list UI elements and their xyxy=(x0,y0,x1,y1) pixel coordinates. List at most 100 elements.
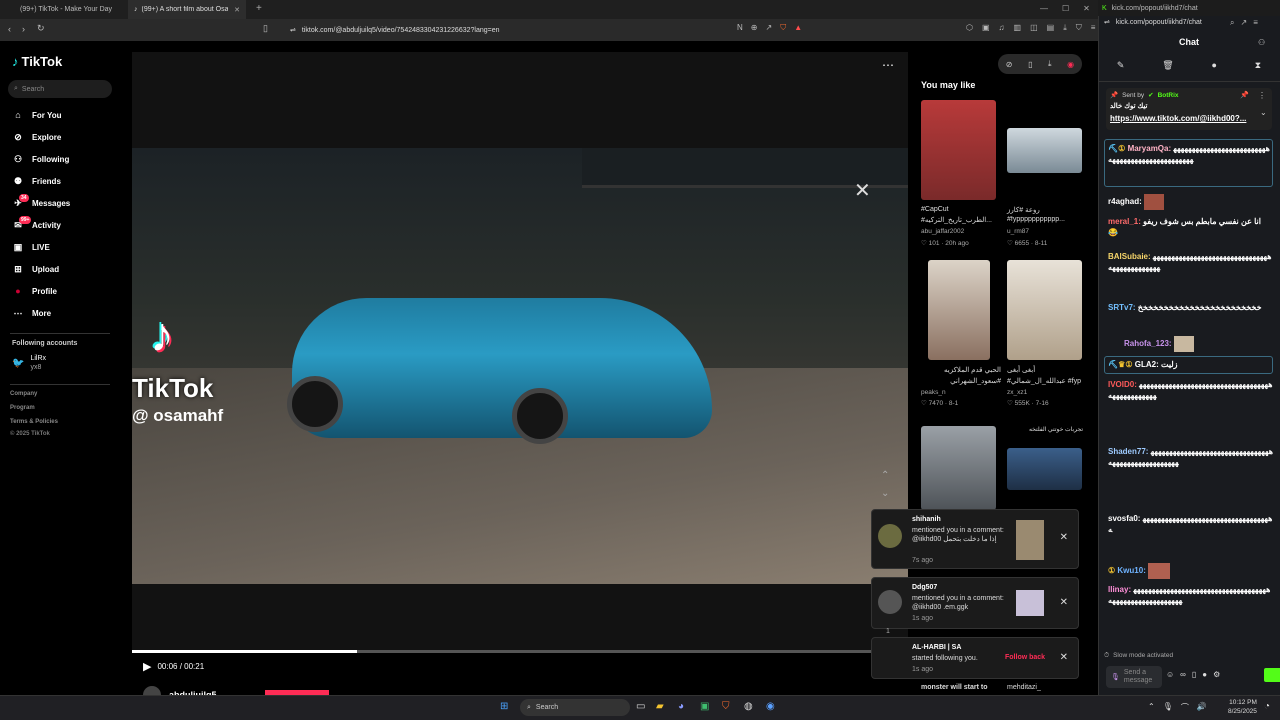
nav-following[interactable]: ⚇ Following xyxy=(12,154,69,165)
footer-terms-link[interactable]: Terms & Policies xyxy=(10,419,58,425)
menu-icon[interactable]: ≡ xyxy=(1253,18,1258,28)
task-view-icon[interactable]: ▭ xyxy=(636,701,645,712)
suggestion-thumbnail[interactable] xyxy=(1007,128,1082,173)
suggestion-thumbnail[interactable] xyxy=(1007,260,1082,360)
footer-program-link[interactable]: Program xyxy=(10,405,35,411)
chat-username[interactable]: meral_1: xyxy=(1108,217,1141,226)
suggestion-caption[interactable]: تجربات خوتتي الفلتخه xyxy=(1007,426,1083,433)
suggestion-thumbnail[interactable] xyxy=(921,426,996,510)
brave-icon[interactable]: ⛉ xyxy=(722,701,730,712)
more-options-icon[interactable]: ⋯ xyxy=(882,58,894,72)
suggestion-author[interactable]: peaks_n xyxy=(921,389,946,396)
video-player[interactable]: ♪ TikTok @ osamahf ✕ xyxy=(132,148,908,584)
emote-icon[interactable]: ☺ xyxy=(1166,670,1174,679)
nav-friends[interactable]: ⚉ Friends xyxy=(12,176,61,187)
microphone-icon[interactable]: 🎙 xyxy=(1111,673,1120,681)
chat-message[interactable]: IVOID0: هههههههههههههههههههههههههههههههه… xyxy=(1108,379,1273,401)
chat-bubble-icon[interactable]: ● xyxy=(1212,60,1217,71)
taskbar-clock[interactable]: 10:12 PM 8/25/2025 xyxy=(1228,698,1257,716)
chat-username[interactable]: IVOID0: xyxy=(1108,380,1137,389)
nav-live[interactable]: ▣ LIVE xyxy=(12,242,50,253)
network-icon[interactable]: ⌒ xyxy=(1181,702,1189,713)
search-input[interactable]: ⌕ Search xyxy=(8,80,112,98)
zoom-icon[interactable]: ⌕ xyxy=(1230,18,1234,28)
taskbar-search[interactable]: ⌕ Search xyxy=(520,699,630,716)
pinned-link[interactable]: https://www.tiktok.com/@iikhd00?... xyxy=(1110,114,1246,123)
bookmark-icon[interactable]: ▯ xyxy=(263,23,268,34)
play-icon[interactable]: ▶ xyxy=(143,660,151,673)
suggestion-thumbnail[interactable] xyxy=(1007,448,1082,490)
more-options-icon[interactable]: ⋮ xyxy=(1258,91,1266,100)
scroll-up-icon[interactable]: ⌃ xyxy=(881,470,889,481)
chat-message[interactable]: ⛏♛① GLA2: زليت xyxy=(1108,359,1273,370)
wallet-icon[interactable]: ▤ xyxy=(1047,23,1055,33)
file-explorer-icon[interactable]: ▰ xyxy=(656,701,664,712)
share-icon[interactable]: ↗ xyxy=(765,23,772,33)
brave-shield-icon[interactable]: ⛉ xyxy=(780,23,786,33)
volume-icon[interactable]: 🔊 xyxy=(1197,702,1207,713)
chat-username[interactable]: BAlSubaie: xyxy=(1108,252,1151,261)
music-icon[interactable]: ♫ xyxy=(999,23,1005,33)
app-icon[interactable]: ◉ xyxy=(766,701,775,712)
close-icon[interactable]: ✕ xyxy=(1060,597,1068,608)
zoom-icon[interactable]: ⊕ xyxy=(751,23,758,33)
mic-icon[interactable]: 🎙 xyxy=(1163,702,1173,713)
follow-back-button[interactable]: Follow back xyxy=(1005,654,1045,661)
nav-messages[interactable]: ✈ 34 Messages xyxy=(12,194,70,209)
obs-icon[interactable]: ◍ xyxy=(744,701,753,712)
chat-message[interactable]: svosfa0: ههههههههههههههههههههههههههههههه… xyxy=(1108,513,1273,535)
chat-message[interactable]: ⛏① MaryamQa: ههههههههههههههههههههههههههه… xyxy=(1108,143,1273,165)
trash-icon[interactable]: 🗑 xyxy=(1162,60,1173,71)
chevron-down-icon[interactable]: ⌄ xyxy=(1260,108,1267,117)
excel-icon[interactable]: ▣ xyxy=(700,701,709,712)
link-icon[interactable]: ∞ xyxy=(1180,670,1186,679)
unpin-icon[interactable]: 📌 xyxy=(1240,91,1249,99)
notification-center-icon[interactable]: ◔ xyxy=(1264,701,1270,712)
chat-message[interactable]: llinay: هههههههههههههههههههههههههههههههه… xyxy=(1108,584,1273,606)
extension-icon[interactable]: ▥ xyxy=(1014,23,1022,33)
new-tab-icon[interactable]: + xyxy=(256,3,262,14)
notification-toast[interactable]: AL-HARBI | SA started following you. 1s … xyxy=(871,637,1079,679)
chat-username[interactable]: MaryamQa: xyxy=(1128,144,1172,153)
compass-icon[interactable]: ⊘ xyxy=(1006,60,1013,69)
following-account[interactable]: 🐦 LilRx yx8 xyxy=(12,354,46,372)
footer-company-link[interactable]: Company xyxy=(10,391,37,397)
chat-username[interactable]: Kwu10: xyxy=(1117,566,1145,575)
notification-toast[interactable]: shihanih mentioned you in a comment: @ii… xyxy=(871,509,1079,569)
close-window-icon[interactable]: ✕ xyxy=(1083,4,1090,13)
reload-icon[interactable]: ↻ xyxy=(37,23,45,34)
chat-message[interactable]: SRTv7: خخخخخخخخخخخخخخخخخخخخخخخخ xyxy=(1108,302,1273,313)
chat-message[interactable]: BAlSubaie: ههههههههههههههههههههههههههههه… xyxy=(1108,251,1273,273)
chat-username[interactable]: svosfa0: xyxy=(1108,514,1140,523)
suggestion-caption[interactable]: أبغى أبغى xyxy=(1007,366,1085,374)
chat-message[interactable]: meral_1: انا عن نفسي مابطم بس شوف ريفو 😂 xyxy=(1108,216,1273,238)
brave-rewards-icon[interactable]: ▲ xyxy=(794,23,802,33)
send-button[interactable] xyxy=(1264,668,1280,682)
nav-explore[interactable]: ⊘ Explore xyxy=(12,132,61,143)
chat-username[interactable]: Shaden77: xyxy=(1108,447,1148,456)
suggestion-caption[interactable]: الحبي قدم الملاكزيه xyxy=(921,366,1001,374)
chevron-up-icon[interactable]: ⌃ xyxy=(1148,702,1155,713)
vpn-icon[interactable]: ⛉ xyxy=(1076,23,1082,33)
notification-toast[interactable]: Ddg507 mentioned you in a comment: @iikh… xyxy=(871,577,1079,629)
timer-icon[interactable]: ⧗ xyxy=(1255,60,1261,71)
chat-input[interactable]: 🎙 Send a message xyxy=(1106,666,1162,688)
close-icon[interactable]: ✕ xyxy=(1060,532,1068,543)
nav-upload[interactable]: ⊞ Upload xyxy=(12,264,59,275)
chat-message[interactable]: ① Kwu10: xyxy=(1108,563,1273,579)
suggestion-thumbnail[interactable] xyxy=(928,260,990,360)
suggestion-thumbnail[interactable] xyxy=(921,100,996,200)
extension-icon[interactable]: ⬡ xyxy=(966,23,973,33)
chat-username[interactable]: llinay: xyxy=(1108,585,1131,594)
extension-icon[interactable]: ▣ xyxy=(982,23,990,33)
pin-icon[interactable]: ✎ xyxy=(1117,60,1125,71)
menu-icon[interactable]: ≡ xyxy=(1091,23,1096,33)
suggestion-author[interactable]: u_rm87 xyxy=(1007,228,1029,235)
close-icon[interactable]: ✕ xyxy=(1060,652,1068,663)
sidebar-icon[interactable]: ◫ xyxy=(1030,23,1038,33)
tiktok-logo[interactable]: ♪ TikTok xyxy=(12,54,62,69)
start-icon[interactable]: ⊞ xyxy=(500,701,508,712)
browser-tab-active[interactable]: ♪ (99+) A short film about Osama ✕ xyxy=(128,0,246,19)
pinned-message[interactable]: 📌 Sent by ✔ BotRix تيك توك خالد https://… xyxy=(1106,88,1272,130)
download-icon[interactable]: ⤓ xyxy=(1063,23,1067,33)
